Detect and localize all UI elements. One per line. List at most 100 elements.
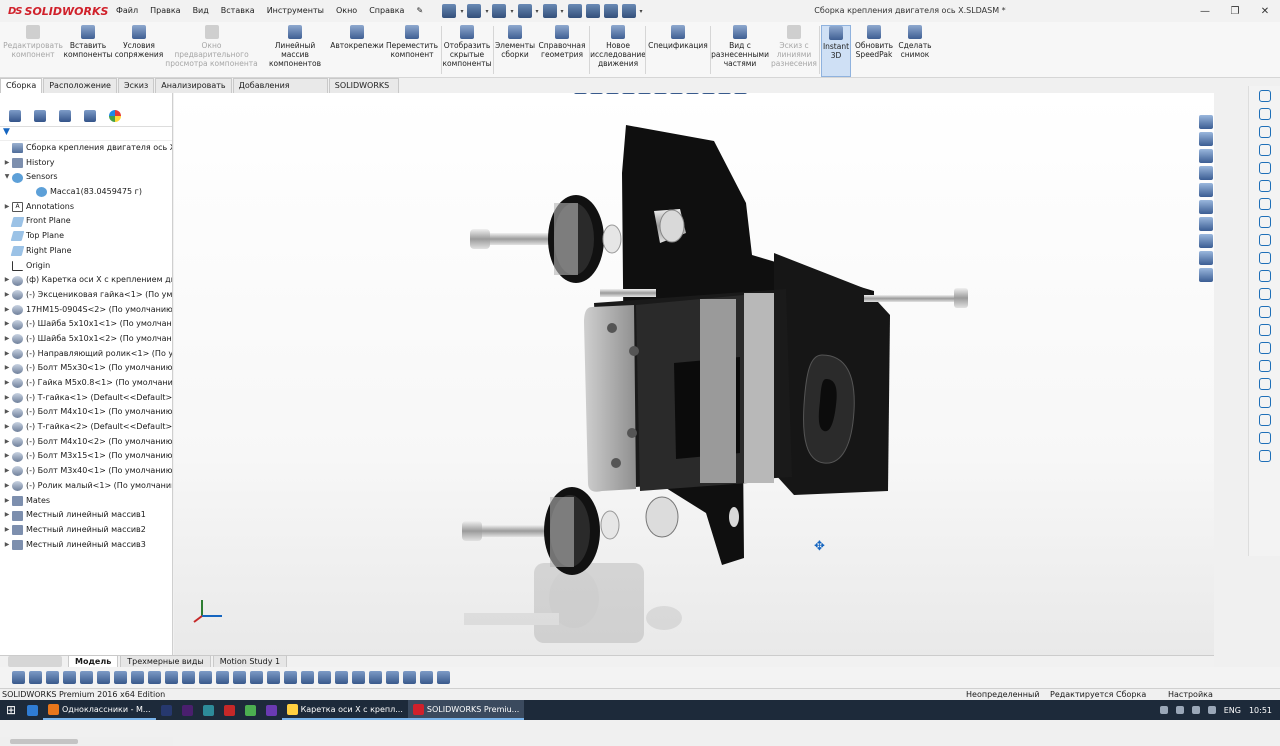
tab-navigation-arrows[interactable] — [8, 656, 62, 667]
volume-icon[interactable] — [1207, 706, 1216, 714]
dimxpert-tab[interactable] — [79, 108, 101, 124]
zoom-fit-icon[interactable] — [80, 671, 93, 684]
visual-studio-icon[interactable] — [261, 700, 282, 720]
cad-icon[interactable] — [219, 700, 240, 720]
windows-start-icon[interactable]: ⊞ — [0, 700, 22, 720]
minimize-icon[interactable]: — — [1190, 0, 1220, 22]
exploded-view-button[interactable]: Вид с разнесенными частями — [711, 25, 769, 77]
expand-arrow-icon[interactable]: ▶ — [2, 435, 12, 450]
graphics-viewport[interactable]: ⧉ — ❐ ✕ — [174, 93, 1214, 655]
tree-item[interactable]: ▶ (-) Ролик малый<1> (По умолчанию- — [0, 479, 172, 494]
new-motion-study-button[interactable]: Новое исследование движения — [590, 25, 646, 77]
expand-arrow-icon[interactable]: ▶ — [2, 273, 12, 288]
linear-pattern-button[interactable]: Линейный массив компонентов — [260, 25, 330, 77]
photoshop-icon[interactable] — [156, 700, 177, 720]
file-explorer-icon[interactable] — [1199, 149, 1213, 163]
text-icon[interactable] — [1258, 270, 1271, 282]
tree-item[interactable]: Масса1(83.0459475 г) — [0, 185, 172, 200]
tree-item[interactable]: ▶ (-) Болт М4х10<2> (По умолчанию<< — [0, 435, 172, 450]
move-entities-icon[interactable] — [1258, 378, 1271, 390]
smart-fasteners-button[interactable]: Автокрепежи — [330, 25, 384, 77]
ellipse-icon[interactable] — [1258, 198, 1271, 210]
filter-edges-icon[interactable] — [182, 671, 195, 684]
tree-item[interactable]: ▶ (-) Болт М4х10<1> (По умолчанию<< — [0, 405, 172, 420]
feature-tree-tab[interactable] — [4, 108, 26, 124]
tree-item[interactable]: ▶ Местный линейный массив1 — [0, 508, 172, 523]
property-manager-tab[interactable] — [29, 108, 51, 124]
menu-file[interactable]: Файл — [110, 0, 144, 22]
tree-item[interactable]: ▶ (-) Гайка М5х0.8<1> (По умолчанию< — [0, 376, 172, 391]
tree-item[interactable]: Origin — [0, 259, 172, 274]
expand-arrow-icon[interactable]: ▶ — [2, 156, 12, 171]
tab-sketch[interactable]: Эскиз — [117, 78, 155, 93]
view-top-icon[interactable] — [369, 671, 382, 684]
display-manager-tab[interactable] — [104, 108, 126, 124]
expand-arrow-icon[interactable]: ▶ — [2, 449, 12, 464]
tree-item[interactable]: ▶ (ф) Каретка оси X с креплением двига — [0, 273, 172, 288]
view-front-icon[interactable] — [301, 671, 314, 684]
view-left-icon[interactable] — [335, 671, 348, 684]
move-component-button[interactable]: Переместить компонент — [385, 25, 439, 77]
expand-arrow-icon[interactable]: ▶ — [2, 288, 12, 303]
reference-geometry-button[interactable]: Справочная геометрия — [537, 25, 587, 77]
tree-item[interactable]: ▶ Mates — [0, 494, 172, 509]
clock[interactable]: 10:51 — [1249, 706, 1272, 715]
tree-item[interactable]: Сборка крепления двигателя ось X (Defaul… — [0, 141, 172, 156]
open-file-icon[interactable] — [467, 4, 482, 18]
part-library-icon[interactable] — [1199, 132, 1213, 146]
pan-icon[interactable] — [63, 671, 76, 684]
expand-arrow-icon[interactable]: ▶ — [2, 494, 12, 509]
taskbar-odnoklassniki[interactable]: Одноклассники - M... — [43, 700, 156, 720]
file-properties-icon[interactable] — [603, 4, 618, 18]
slicer-icon[interactable] — [240, 700, 261, 720]
tree-item[interactable]: ▶ History — [0, 156, 172, 171]
relations-icon[interactable] — [1258, 396, 1271, 408]
tree-item[interactable]: ▶ (-) Болт М3х40<1> (По умолчанию<< — [0, 464, 172, 479]
menu-window[interactable]: Окно — [330, 0, 363, 22]
arc-icon[interactable] — [1258, 162, 1271, 174]
solidworks-logo[interactable]: DS SOLIDWORKS — [0, 5, 110, 18]
tree-item[interactable]: Top Plane — [0, 229, 172, 244]
view-iso-icon[interactable] — [403, 671, 416, 684]
menu-view[interactable]: Вид — [187, 0, 215, 22]
tree-item[interactable]: Right Plane — [0, 244, 172, 259]
expand-arrow-icon[interactable]: ▶ — [2, 332, 12, 347]
select-icon[interactable] — [567, 4, 582, 18]
rectangle-icon[interactable] — [1258, 108, 1271, 120]
spline-icon[interactable] — [1258, 180, 1271, 192]
explode-line-sketch-button[interactable]: Эскиз с линиями разнесения — [770, 25, 818, 77]
scrollbar-thumb[interactable] — [10, 739, 78, 744]
view-dimetric-icon[interactable] — [420, 671, 433, 684]
tree-item[interactable]: ▶ (-) Шайба 5х10х1<2> (По умолчанию< — [0, 332, 172, 347]
taskbar-solidworks[interactable]: SOLIDWORKS Premiu... — [407, 700, 525, 720]
expand-arrow-icon[interactable]: ▶ — [2, 405, 12, 420]
zoom-icon[interactable] — [29, 671, 42, 684]
expand-arrow-icon[interactable]: ▶ — [2, 420, 12, 435]
undo-icon[interactable] — [542, 4, 557, 18]
tree-item[interactable]: ▶ (-) Шайба 5х10х1<1> (По умолчанию< — [0, 317, 172, 332]
rebuild-icon[interactable] — [585, 4, 600, 18]
tab-layout[interactable]: Расположение — [43, 78, 117, 93]
selection-filter-icon[interactable] — [12, 671, 25, 684]
toolbox-icon[interactable] — [1199, 234, 1213, 248]
expand-arrow-icon[interactable]: ▶ — [2, 508, 12, 523]
panel-horizontal-scrollbar[interactable] — [0, 737, 173, 746]
filter-mates-icon[interactable] — [250, 671, 263, 684]
take-snapshot-button[interactable]: Сделать снимок — [897, 25, 933, 77]
view-palette-icon[interactable] — [1199, 166, 1213, 180]
expand-arrow-icon[interactable]: ▶ — [2, 391, 12, 406]
offset-icon[interactable] — [1258, 324, 1271, 336]
anchor-icon[interactable] — [284, 671, 297, 684]
tree-item[interactable]: ▶ A Annotations — [0, 200, 172, 215]
bill-of-materials-button[interactable]: Спецификация — [647, 25, 709, 77]
polygon-icon[interactable] — [1258, 234, 1271, 246]
mirror-icon[interactable] — [1258, 342, 1271, 354]
rotate-icon[interactable] — [46, 671, 59, 684]
quick-snaps-icon[interactable] — [1258, 432, 1271, 444]
tree-item[interactable]: ▶ (-) Болт М3х15<1> (По умолчанию<< — [0, 449, 172, 464]
close-icon[interactable]: ✕ — [1250, 0, 1280, 22]
edit-component-button[interactable]: Редактировать компонент — [3, 25, 63, 77]
tab-addins[interactable]: Добавления SOLIDWORKS — [232, 78, 328, 104]
tree-item[interactable]: ▶ (-) Т-гайка<1> (Default<<Default>_Ph — [0, 391, 172, 406]
filter-vertices-icon[interactable] — [216, 671, 229, 684]
